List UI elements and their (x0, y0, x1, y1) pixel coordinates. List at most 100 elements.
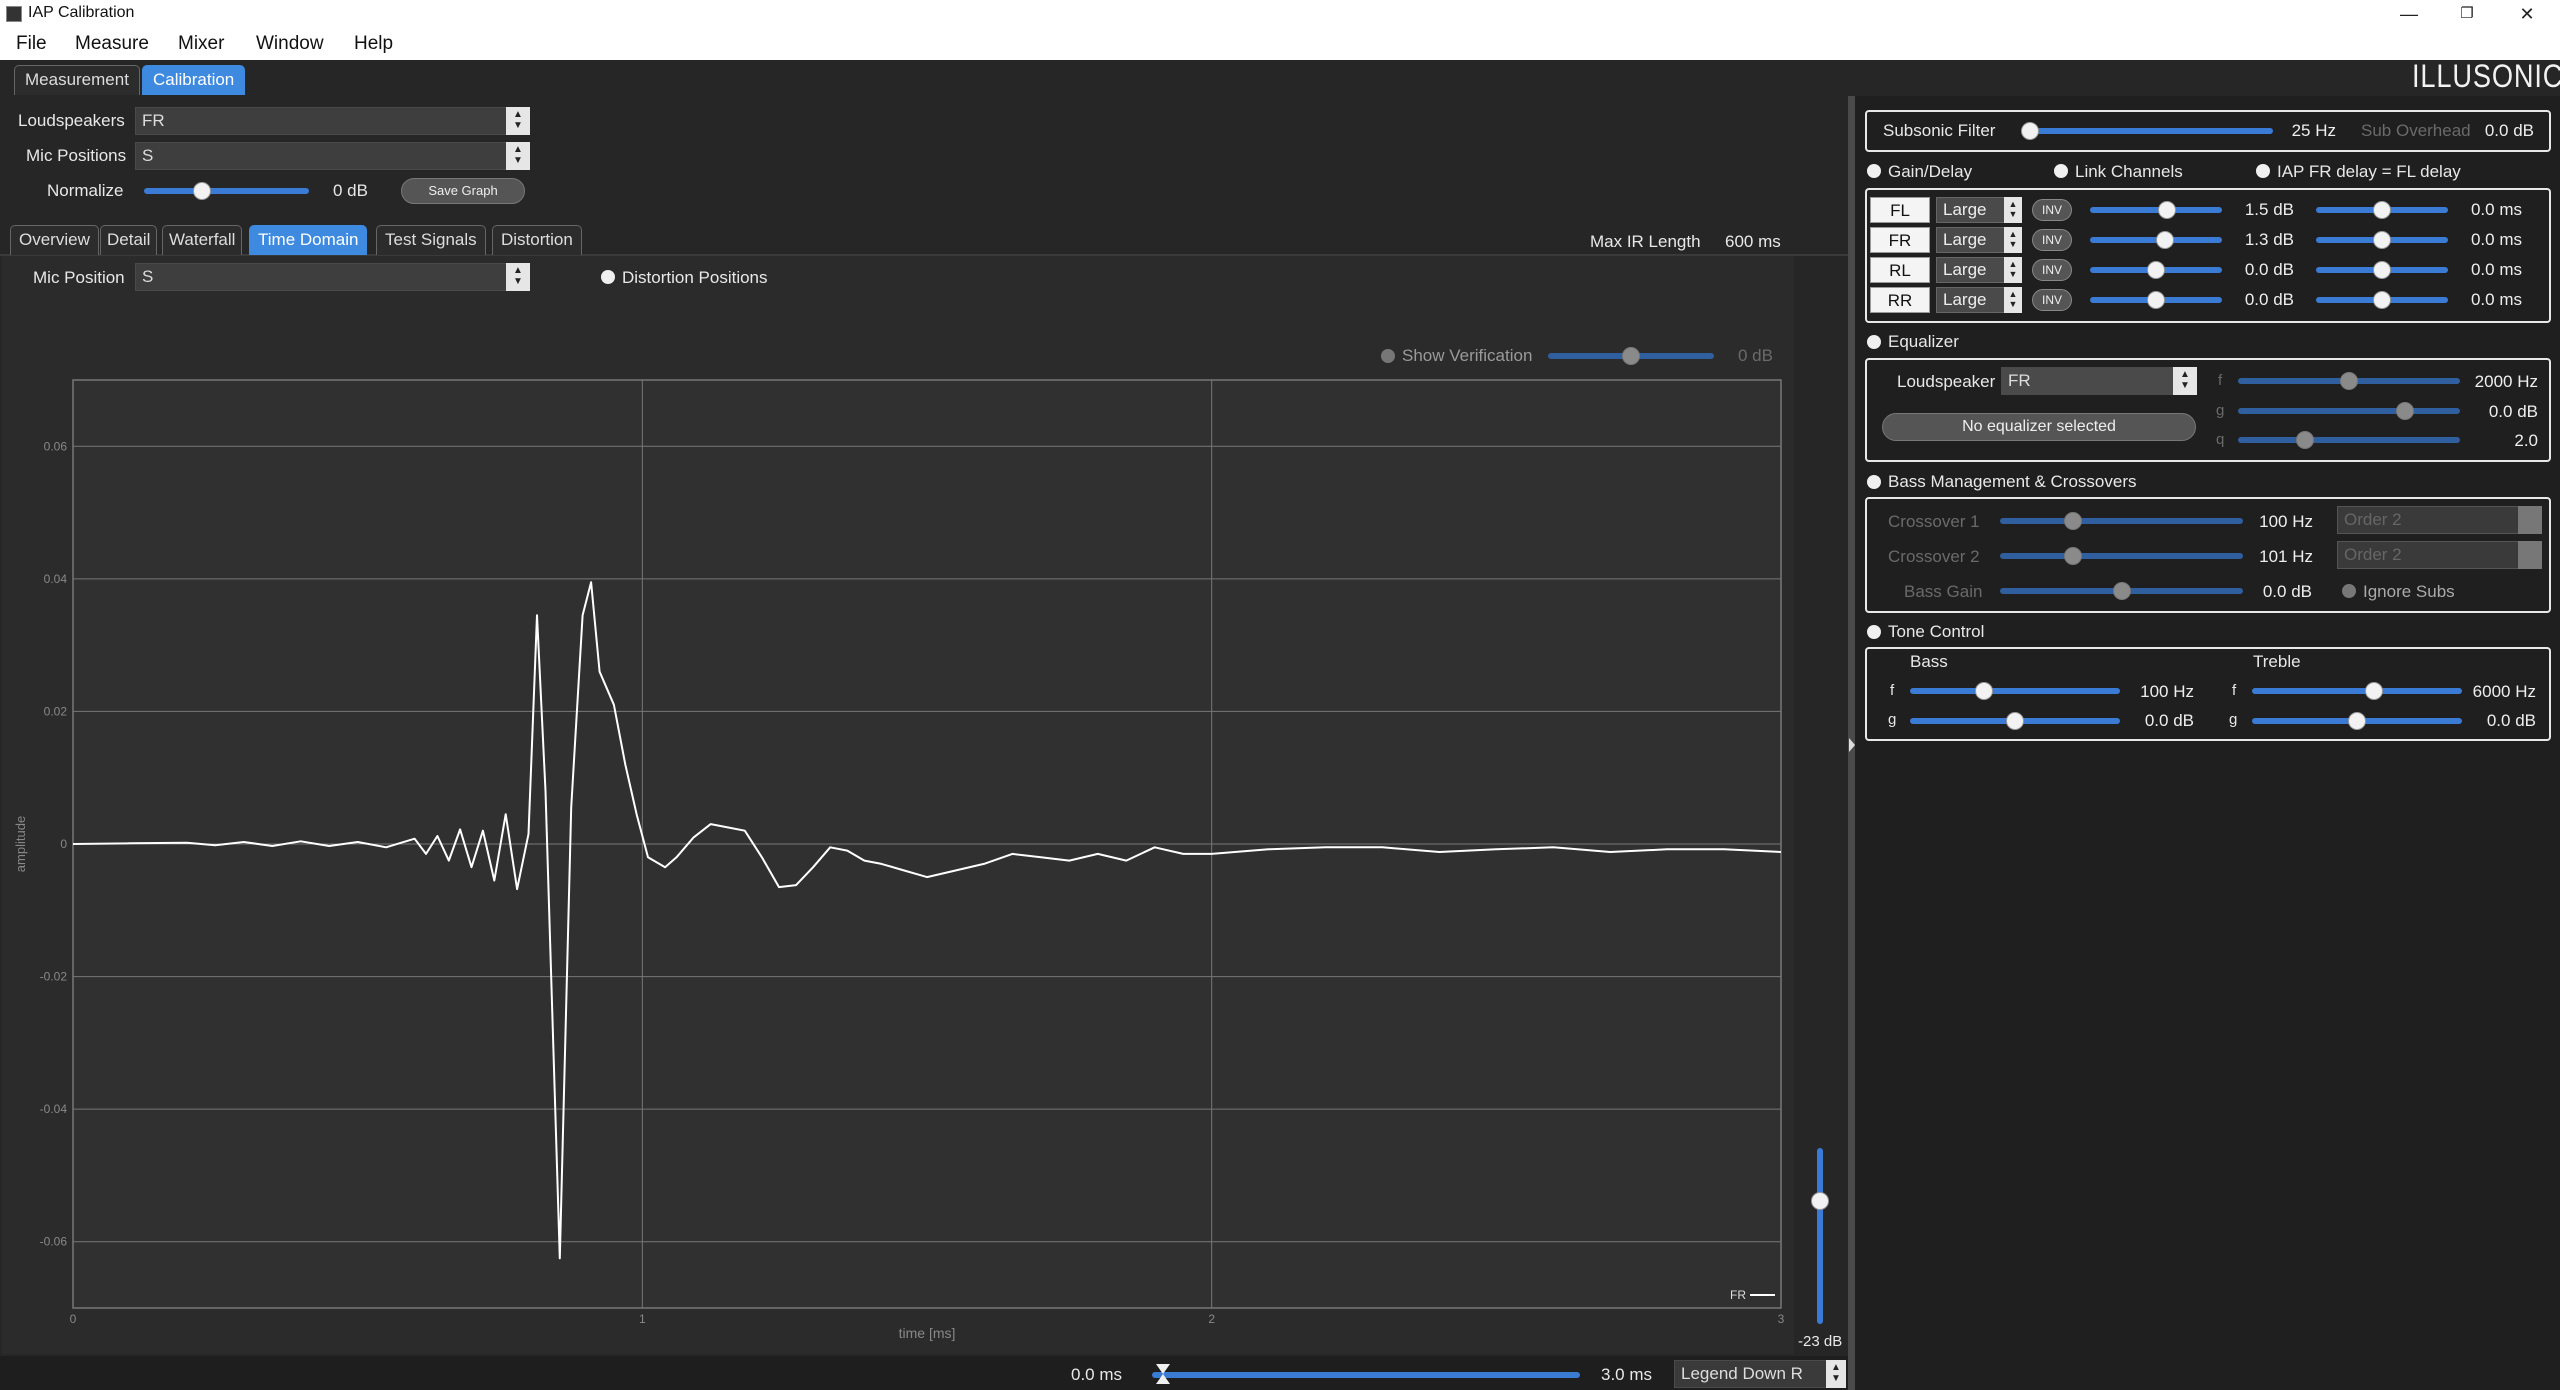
channel-label[interactable]: FR (1870, 227, 1930, 253)
menu-file[interactable]: File (16, 33, 47, 55)
channel-gain-slider-knob[interactable] (2157, 201, 2176, 219)
loudspeakers-select[interactable]: FR (135, 107, 507, 135)
eq-g-slider[interactable] (2238, 402, 2460, 420)
close-button[interactable]: ✕ (2498, 0, 2556, 28)
menu-mixer[interactable]: Mixer (178, 33, 224, 55)
eq-loudspeaker-spinner[interactable]: ▲ ▼ (2173, 367, 2197, 395)
bass-f-slider[interactable] (1910, 682, 2120, 700)
time-range-slider[interactable] (1152, 1364, 1580, 1384)
channel-invert-button[interactable]: INV (2032, 259, 2072, 281)
channel-delay-slider[interactable] (2316, 231, 2448, 249)
crossover2-slider-knob[interactable] (2063, 547, 2082, 565)
bass-gain-slider-knob[interactable] (2112, 582, 2131, 600)
channel-delay-slider[interactable] (2316, 201, 2448, 219)
subsonic-slider-knob[interactable] (2020, 122, 2039, 140)
tab-distortion[interactable]: Distortion (492, 225, 582, 255)
legend-position-select[interactable]: Legend Down R (1674, 1360, 1830, 1388)
tab-waterfall[interactable]: Waterfall (162, 225, 243, 255)
crossover1-slider-knob[interactable] (2063, 512, 2082, 530)
channel-delay-slider-knob[interactable] (2373, 201, 2391, 219)
treble-g-slider[interactable] (2252, 712, 2462, 730)
crossover1-slider[interactable] (2000, 512, 2243, 530)
maximize-button[interactable]: ❐ (2438, 0, 2496, 28)
tab-detail[interactable]: Detail (100, 225, 158, 255)
distortion-positions-radio[interactable] (601, 270, 615, 284)
gain-delay-radio[interactable] (1867, 164, 1881, 178)
bass-gain-slider[interactable] (2000, 582, 2243, 600)
channel-size-select[interactable]: Large (1936, 257, 2006, 283)
treble-f-slider-knob[interactable] (2364, 682, 2383, 700)
no-equalizer-button[interactable]: No equalizer selected (1882, 413, 2196, 441)
channel-delay-slider-knob[interactable] (2373, 291, 2391, 309)
channel-delay-slider[interactable] (2316, 291, 2448, 309)
menu-help[interactable]: Help (354, 33, 393, 55)
tone-control-radio[interactable] (1867, 625, 1881, 639)
eq-f-slider[interactable] (2238, 372, 2460, 390)
tab-measurement[interactable]: Measurement (14, 65, 140, 95)
link-channels-radio[interactable] (2054, 164, 2068, 178)
equalizer-radio[interactable] (1867, 335, 1881, 349)
show-verification-radio[interactable] (1381, 349, 1395, 363)
crossover1-order-select[interactable]: Order 2 (2337, 506, 2519, 534)
tab-overview[interactable]: Overview (10, 225, 99, 255)
channel-size-select[interactable]: Large (1936, 197, 2006, 223)
channel-invert-button[interactable]: INV (2032, 289, 2072, 311)
crossover1-order-spinner[interactable] (2518, 506, 2542, 534)
channel-size-spinner[interactable]: ▲ ▼ (2004, 257, 2022, 283)
channel-gain-slider-knob[interactable] (2147, 291, 2165, 309)
channel-gain-slider[interactable] (2090, 261, 2222, 279)
mic-position-spinner[interactable]: ▲ ▼ (506, 263, 530, 291)
channel-delay-slider-knob[interactable] (2373, 231, 2391, 249)
bass-g-slider-knob[interactable] (2006, 712, 2024, 730)
loudspeakers-spinner[interactable]: ▲ ▼ (506, 107, 530, 135)
verification-slider[interactable] (1548, 347, 1714, 365)
eq-q-slider-knob[interactable] (2295, 431, 2314, 449)
tab-time-domain[interactable]: Time Domain (249, 225, 368, 255)
minimize-button[interactable]: — (2380, 0, 2438, 28)
ignore-subs-radio[interactable] (2342, 584, 2356, 598)
treble-f-slider[interactable] (2252, 682, 2462, 700)
channel-label[interactable]: RL (1870, 257, 1930, 283)
channel-invert-button[interactable]: INV (2032, 199, 2072, 221)
channel-delay-slider[interactable] (2316, 261, 2448, 279)
channel-size-select[interactable]: Large (1936, 287, 2006, 313)
channel-invert-button[interactable]: INV (2032, 229, 2072, 251)
iap-fr-delay-radio[interactable] (2256, 164, 2270, 178)
eq-g-slider-knob[interactable] (2395, 402, 2414, 420)
verification-slider-knob[interactable] (1622, 347, 1640, 365)
bass-f-slider-knob[interactable] (1974, 682, 1993, 700)
crossover2-order-spinner[interactable] (2518, 541, 2542, 569)
channel-size-spinner[interactable]: ▲ ▼ (2004, 197, 2022, 223)
eq-q-slider[interactable] (2238, 431, 2460, 449)
tab-calibration[interactable]: Calibration (142, 65, 246, 95)
channel-gain-slider[interactable] (2090, 291, 2222, 309)
channel-label[interactable]: FL (1870, 197, 1930, 223)
mic-positions-spinner[interactable]: ▲ ▼ (506, 142, 530, 170)
bass-management-radio[interactable] (1867, 475, 1881, 489)
eq-f-slider-knob[interactable] (2340, 372, 2358, 390)
crossover2-slider[interactable] (2000, 547, 2243, 565)
save-graph-button[interactable]: Save Graph (401, 178, 525, 204)
channel-size-spinner[interactable]: ▲ ▼ (2004, 287, 2022, 313)
mic-positions-select[interactable]: S (135, 142, 507, 170)
tab-test-signals[interactable]: Test Signals (376, 225, 486, 255)
crossover2-order-select[interactable]: Order 2 (2337, 541, 2519, 569)
gain-vertical-slider-knob[interactable] (1811, 1191, 1829, 1210)
treble-g-slider-knob[interactable] (2348, 712, 2366, 730)
channel-gain-slider-knob[interactable] (2147, 261, 2165, 279)
channel-gain-slider[interactable] (2090, 201, 2222, 219)
gain-vertical-slider[interactable] (1811, 1148, 1829, 1324)
normalize-slider-knob[interactable] (192, 182, 211, 200)
menu-window[interactable]: Window (256, 33, 324, 55)
channel-size-select[interactable]: Large (1936, 227, 2006, 253)
normalize-slider[interactable] (144, 182, 309, 200)
channel-size-spinner[interactable]: ▲ ▼ (2004, 227, 2022, 253)
menu-measure[interactable]: Measure (75, 33, 149, 55)
mic-position-select[interactable]: S (135, 263, 507, 291)
channel-gain-slider[interactable] (2090, 231, 2222, 249)
channel-delay-slider-knob[interactable] (2373, 261, 2391, 279)
channel-label[interactable]: RR (1870, 287, 1930, 313)
bass-g-slider[interactable] (1910, 712, 2120, 730)
eq-loudspeaker-select[interactable]: FR (2001, 367, 2175, 395)
legend-position-spinner[interactable]: ▲ ▼ (1826, 1360, 1846, 1388)
